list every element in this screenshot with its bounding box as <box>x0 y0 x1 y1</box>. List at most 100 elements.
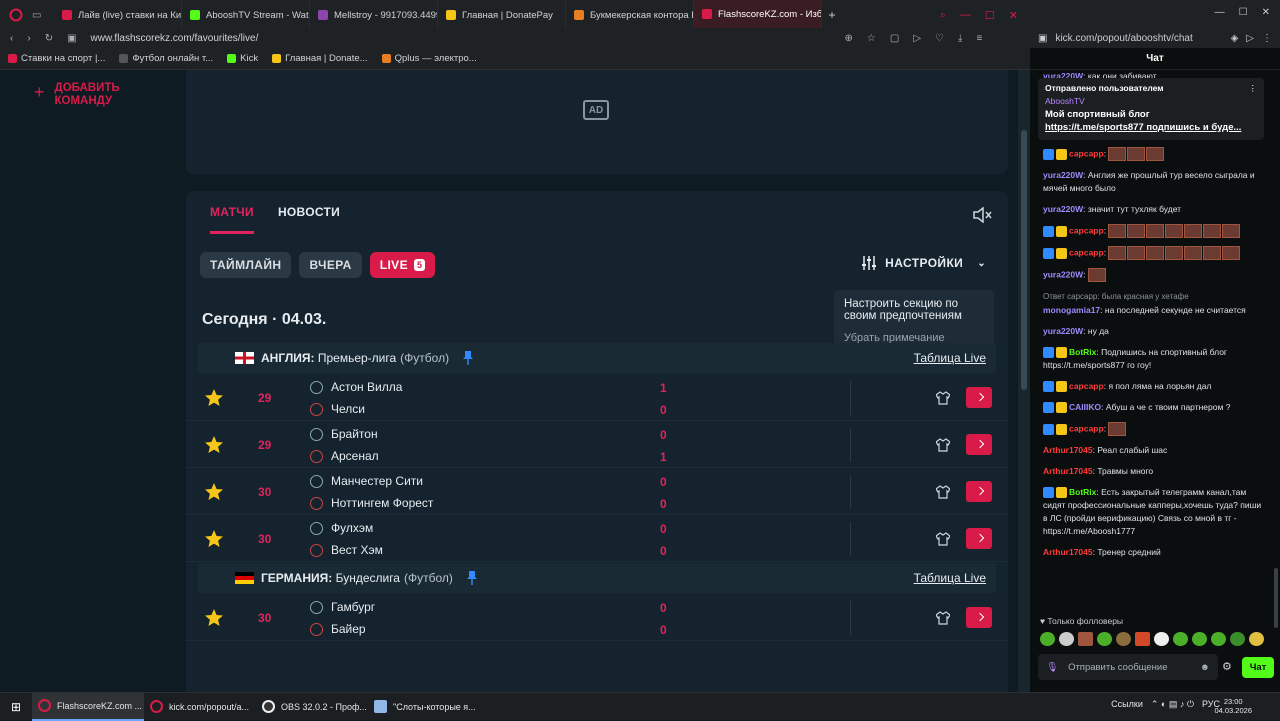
chat-username[interactable]: Arthur17045 <box>1043 466 1093 476</box>
chat-username[interactable]: BotRix <box>1069 487 1096 497</box>
zoom-icon[interactable]: ⊕ <box>845 33 853 44</box>
emote-icon[interactable] <box>1249 632 1264 646</box>
chat-username[interactable]: сарсарр <box>1069 381 1104 391</box>
chat-username[interactable]: CAIIIKO <box>1069 402 1101 412</box>
emote-icon[interactable] <box>1040 632 1055 646</box>
mute-icon[interactable] <box>972 207 992 223</box>
favorite-star-icon[interactable] <box>204 482 224 502</box>
chat-username[interactable]: Arthur17045 <box>1043 547 1093 557</box>
pin-icon[interactable] <box>463 351 474 365</box>
chat-username[interactable]: сарсарр <box>1069 247 1104 257</box>
tab-news[interactable]: НОВОСТИ <box>278 205 340 234</box>
chat-username[interactable]: yura220W <box>1043 204 1083 214</box>
tab-list-icon[interactable]: ▭ <box>32 10 54 21</box>
chat-username[interactable]: yura220W <box>1043 269 1083 279</box>
browser-tab[interactable]: AbooshTV Stream - Watc <box>182 0 310 30</box>
chat-input[interactable]: 🎙 Отправить сообщение ☻ <box>1038 654 1218 680</box>
lineup-shirt-icon[interactable] <box>936 391 950 405</box>
chat-username[interactable]: Arthur17045 <box>1043 445 1093 455</box>
filter-live[interactable]: LIVE 5 <box>369 252 436 278</box>
browser-logo-icon[interactable] <box>0 0 32 30</box>
reload-icon[interactable]: ↻ <box>45 33 53 44</box>
match-row[interactable]: 30 Гамбург Байер 0 0 <box>186 595 1008 641</box>
emote-icon[interactable] <box>1211 632 1226 646</box>
favorite-star-icon[interactable] <box>204 435 224 455</box>
emote-icon[interactable] <box>1116 632 1131 646</box>
scrollbar-thumb[interactable] <box>1021 130 1027 390</box>
table-live-link[interactable]: Таблица Live <box>914 571 986 585</box>
taskbar-item[interactable]: FlashscoreKZ.com ... <box>32 692 144 721</box>
play-icon[interactable]: ▷ <box>1246 33 1254 44</box>
start-icon[interactable]: ⊞ <box>0 700 32 714</box>
address-bar[interactable]: www.flashscorekz.com/favourites/live/ <box>91 33 831 44</box>
downloads-icon[interactable]: ⤓ <box>958 33 962 44</box>
taskbar-item[interactable]: OBS 32.0.2 - Проф... <box>256 693 368 721</box>
table-live-link[interactable]: Таблица Live <box>914 351 986 365</box>
lineup-shirt-icon[interactable] <box>936 485 950 499</box>
chat-username[interactable]: monogamia17 <box>1043 305 1100 315</box>
filter-timeline[interactable]: ТАЙМЛАЙН <box>200 252 292 278</box>
lineup-shirt-icon[interactable] <box>936 611 950 625</box>
filter-yesterday[interactable]: ВЧЕРА <box>299 252 362 278</box>
bookmark-item[interactable]: Футбол онлайн т... <box>119 53 213 64</box>
close-icon[interactable]: ✕ <box>1262 7 1270 18</box>
open-match-button[interactable] <box>966 387 992 408</box>
bookmark-item[interactable]: Главная | Donate... <box>272 53 368 64</box>
chat-username[interactable]: сарсарр <box>1069 225 1104 235</box>
maximize-icon[interactable]: ☐ <box>1239 7 1248 18</box>
league-name[interactable]: Премьер-лига <box>318 351 396 365</box>
emote-icon[interactable] <box>1097 632 1112 646</box>
minimize-icon[interactable]: — <box>1215 7 1225 18</box>
browser-tab[interactable]: Mellstroy - 9917093.4499 <box>310 0 438 30</box>
favorite-star-icon[interactable] <box>204 608 224 628</box>
chat-scrollbar[interactable] <box>1274 568 1278 628</box>
league-name[interactable]: Бундеслига <box>336 571 400 585</box>
heart-icon[interactable]: ♡ <box>935 33 944 44</box>
chat-username[interactable]: BotRix <box>1069 347 1096 357</box>
emote-icon[interactable] <box>1078 632 1093 646</box>
pinned-message[interactable]: Отправлено пользователем ⋮ AbooshTV Мой с… <box>1038 78 1264 140</box>
pinned-link[interactable]: https://t.me/sports877 подпишись и буде.… <box>1045 121 1257 134</box>
favorite-star-icon[interactable] <box>204 388 224 408</box>
play-icon[interactable]: ▷ <box>913 33 921 44</box>
more-icon[interactable]: ⋮ <box>1262 33 1272 44</box>
shield-icon[interactable]: ◈ <box>1231 33 1239 44</box>
gear-icon[interactable]: ⚙ <box>1222 660 1234 673</box>
clock[interactable]: 23:00 04.03.2026 <box>1214 697 1252 715</box>
pin-icon[interactable]: ⋮ <box>1249 82 1258 95</box>
system-tray[interactable]: Ссылки ⌃ ◐ ▤ ♪ ⏻ РУС <box>1111 699 1220 710</box>
screenshot-icon[interactable]: ▢ <box>890 33 899 44</box>
chat-username[interactable]: yura220W <box>1043 170 1083 180</box>
minimize-icon[interactable]: — <box>960 9 971 22</box>
add-team-button[interactable]: + ДОБАВИТЬ КОМАНДУ <box>34 82 120 108</box>
emote-icon[interactable] <box>1154 632 1169 646</box>
open-match-button[interactable] <box>966 434 992 455</box>
chat-username[interactable]: сарсарр <box>1069 423 1104 433</box>
settings-button[interactable]: НАСТРОЙКИ ⌄ <box>861 255 986 271</box>
microphone-icon[interactable]: 🎙 <box>1046 662 1058 673</box>
emote-icon[interactable] <box>1173 632 1188 646</box>
bookmark-item[interactable]: Kick <box>227 53 258 64</box>
open-match-button[interactable] <box>966 528 992 549</box>
bookmark-item[interactable]: Ставки на спорт |... <box>8 53 105 64</box>
emote-icon[interactable] <box>1230 632 1245 646</box>
forward-icon[interactable]: › <box>27 33 30 44</box>
close-icon[interactable]: ✕ <box>1009 9 1018 22</box>
maximize-icon[interactable]: ☐ <box>985 9 995 22</box>
lineup-shirt-icon[interactable] <box>936 532 950 546</box>
emote-icon[interactable] <box>1135 632 1150 646</box>
back-icon[interactable]: ‹ <box>10 33 13 44</box>
new-tab-icon[interactable]: + <box>822 8 842 22</box>
lineup-shirt-icon[interactable] <box>936 438 950 452</box>
chat-messages[interactable]: yura220W: как они забиваютназначает,что … <box>1030 70 1270 630</box>
browser-tab[interactable]: Лайв (live) ставки на Киб <box>54 0 182 30</box>
emoji-icon[interactable]: ☻ <box>1200 662 1210 673</box>
bookmark-item[interactable]: Qplus — электро... <box>381 53 477 64</box>
chat-username[interactable]: сарсарр <box>1069 148 1104 158</box>
match-row[interactable]: 29 Астон Вилла Челси 1 0 <box>186 375 1008 421</box>
page-scrollbar[interactable] <box>1018 70 1030 692</box>
open-match-button[interactable] <box>966 481 992 502</box>
favorite-star-icon[interactable] <box>204 529 224 549</box>
menu-icon[interactable]: ≡ <box>976 33 982 44</box>
pin-icon[interactable] <box>466 571 477 585</box>
